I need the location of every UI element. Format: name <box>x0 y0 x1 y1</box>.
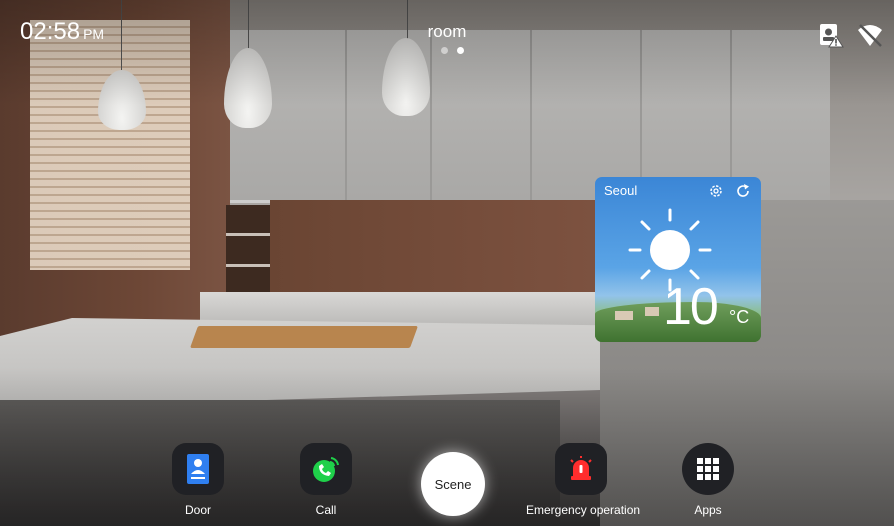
wifi-off-icon <box>858 24 882 47</box>
weather-temperature: 10 <box>663 278 719 336</box>
house-illustration <box>615 311 633 320</box>
house-illustration <box>645 307 659 316</box>
page-dot-2-active[interactable] <box>457 47 464 54</box>
door-phone-icon <box>187 454 209 484</box>
gear-icon[interactable] <box>708 183 724 199</box>
page-title: room <box>427 22 467 41</box>
card-reader-alert-icon <box>820 24 844 48</box>
apps-button-tile[interactable] <box>682 443 734 495</box>
page-indicator[interactable] <box>441 47 471 55</box>
phone-call-icon <box>313 457 339 482</box>
call-button-tile[interactable] <box>300 443 352 495</box>
emergency-label: Emergency operation <box>526 503 641 517</box>
alarm-siren-icon <box>570 456 592 480</box>
apps-button[interactable]: Apps <box>653 443 763 523</box>
emergency-button-tile[interactable] <box>555 443 607 495</box>
apps-label: Apps <box>694 503 722 517</box>
weather-widget[interactable]: Seoul 10 °C <box>595 177 761 342</box>
call-button[interactable]: Call <box>271 443 381 523</box>
door-button[interactable]: Door <box>143 443 253 523</box>
door-label: Door <box>184 503 211 517</box>
call-label: Call <box>315 503 337 517</box>
weather-city: Seoul <box>604 183 638 198</box>
refresh-icon[interactable] <box>735 183 751 199</box>
page-dot-1[interactable] <box>441 47 448 54</box>
weather-unit: °C <box>729 307 750 327</box>
apps-grid-icon <box>697 458 719 480</box>
scene-button[interactable]: Scene <box>421 452 485 516</box>
door-button-tile[interactable] <box>172 443 224 495</box>
emergency-button[interactable]: Emergency operation <box>526 443 641 523</box>
